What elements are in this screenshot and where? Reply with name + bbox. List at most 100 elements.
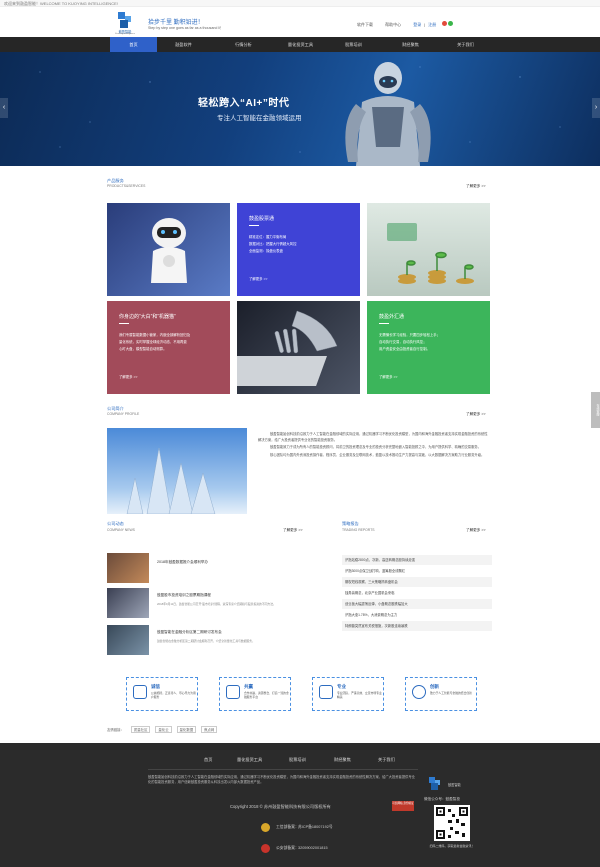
product-tile-stock[interactable]: 鼓盈股票通 精准定位：握力平衡布局 数据对比：把握大行情超大风控 全面监测：操盘… [237,203,360,296]
police-number[interactable]: 32059002001815 [298,846,328,850]
main-nav: 首页 鼓盈软件 行情分析 量化投资工具 股票培训 财经聚焦 关于我们 [0,37,600,52]
tile-stock-line: 精准定位：握力平衡布局 [249,235,287,239]
report-item[interactable]: 沪指站稳2800点，次新、高送转概念股持续走强 [342,555,492,565]
police-emblem-icon [261,823,270,832]
trusted-site-badge[interactable]: 可信网站 身份验证 [392,801,414,811]
banner-background [39,62,561,166]
report-item[interactable]: 沪指大涨1.78%，大消费概念为主力 [342,610,492,620]
friend-links: 友情链接： 质量社区 量化云 量化数据 焦点网 [107,726,218,733]
weibo-icon[interactable] [442,21,447,26]
footer-nav-home[interactable]: 首页 [204,757,212,763]
friend-links-label: 友情链接： [107,728,124,732]
company-more-link[interactable]: 了解更多 >> [466,412,486,417]
nav-home[interactable]: 首页 [110,37,157,52]
product-tile-assistant[interactable]: 你身边的“大白”和“机器猫” 我们专属智能数据小管家，内嵌全部解析回归及 量化系… [107,301,230,394]
login-link[interactable]: 登录 [413,22,421,27]
footer-nav-quant[interactable]: 量化投资工具 [237,757,262,763]
icp-number[interactable]: 苏ICP备18007192号 [298,825,333,830]
monitor-icon [319,685,333,699]
badge-desc: 合作共赢，资源整合、打造一流的金融服务平台 [244,691,289,699]
robot-figure [345,62,431,166]
report-item[interactable]: 沪指3000点保卫战打响，蓝筹股全线飘红 [342,566,492,576]
tile-assistant-title: 你身边的“大白”和“机器猫” [119,314,176,320]
footer-description: 鼓盈智能始创科技前沿致力于人工智能在金融领域的实际应用，通过机器学习不断优化投资… [148,775,416,784]
footer-logo [426,777,446,795]
download-link[interactable]: 软件下载 [357,22,373,27]
nav-quant-tools[interactable]: 量化投资工具 [277,37,324,52]
footer-nav-training[interactable]: 股票培训 [289,757,306,763]
reports-more-link[interactable]: 了解更多 >> [466,528,486,533]
tile-forex-more[interactable]: 了解更多 >> [379,374,397,379]
report-item[interactable]: 特朗普突然宣布关税措施，次新股连续暴跌 [342,621,492,631]
badge-title: 诚信 [151,684,160,689]
products-more-link[interactable]: 了解更多 >> [466,184,486,189]
globe-icon [412,685,426,699]
friend-link[interactable]: 量化数据 [176,726,197,733]
tile-divider [379,323,389,324]
products-subtitle: PRODUCTS&SERVICES [107,184,146,188]
tile-assistant-line: 我们专属智能数据小管家，内嵌全部解析回归及 [119,333,191,337]
tile-assistant-line: 量化系统，实时掌握全球经济动态，不用再费 [119,340,187,344]
footer-nav-about[interactable]: 关于我们 [378,757,395,763]
hero-banner: ‹ › 轻松跨入“AI+”时代 专注人工智能在金融领域运用 [0,52,600,166]
badge-desc: 致力于人工智能与金融的结合创新 [430,691,472,695]
nav-market-analysis[interactable]: 行情分析 [220,37,267,52]
footer: 首页 量化投资工具 股票培训 财经聚焦 关于我们 鼓盈智能始创科技前沿致力于人工… [0,743,600,867]
friend-link[interactable]: 焦点网 [201,726,218,733]
tile-stock-line: 数据对比：把握大行情超大风控 [249,242,297,246]
reports-subtitle: TRADING REPORTS [342,528,375,532]
footer-nav-finance[interactable]: 财经聚焦 [334,757,351,763]
company-paragraph: 鼓盈智能始创科技前沿致力于人工智能在金融领域的实际应用，通过机器学习不断优化投资… [258,432,488,442]
product-tile-forex[interactable]: 鼓盈外汇通 无需懂长学习经验，只要四步轻松上手； 自动执行交易，自动执行风控； … [367,301,490,394]
news-item-title[interactable]: 鼓盈智能在金融分析区第二期研讨发布会 [157,630,222,635]
logo-square-icon [120,20,128,28]
badge-title: 专业 [337,684,346,689]
report-item[interactable]: 独角兽概念，北京产业园机会来临 [342,588,492,598]
logo-square-icon [118,12,125,19]
reports-list: 沪指站稳2800点，次新、高送转概念股持续走强 沪指3000点保卫战打响，蓝筹股… [0,555,600,631]
online-service-tab[interactable]: 在线客服 [591,392,600,428]
nav-about-us[interactable]: 关于我们 [442,37,489,52]
banner-next-arrow[interactable]: › [592,98,600,118]
friend-link[interactable]: 量化云 [155,726,172,733]
header-links: 软件下载 帮助中心 登录 | 注册 [357,22,437,27]
friend-link[interactable]: 质量社区 [130,726,151,733]
icp-label: 工信部备案： [276,825,299,829]
footer-divider [148,769,418,770]
reports-title: 策略报告 [342,521,359,526]
qr-pattern [436,807,468,839]
help-link[interactable]: 帮助中心 [385,22,401,27]
copyright: Copyright 2018 © 苏州鼓盈智能科技有限公司版权所有 [230,804,331,809]
tile-stock-more[interactable]: 了解更多 >> [249,276,267,281]
coins-plants-illustration [387,223,474,284]
qr-code-icon [434,805,470,841]
register-link[interactable]: 注册 [428,22,436,27]
nav-software[interactable]: 鼓盈软件 [160,37,207,52]
qr-caption: 扫码二维码，获取最新金融资讯！ [429,844,475,848]
company-image [107,428,247,514]
company-paragraph: 鼓盈智能致力于成为所有人的智能投资顾问，将前卫的投资理念及专业的投资分析完整地嵌… [270,445,481,449]
security-emblem-icon [261,844,270,853]
tile-assistant-line: 心盯大盘，模型智能自动测算。 [119,347,167,351]
nav-stock-training[interactable]: 股票培训 [330,37,377,52]
badge-desc: 专业团队，严谨高效、立足市场专业精英 [337,691,382,699]
banner-subtitle: 专注人工智能在金融领域运用 [217,115,302,122]
tile-forex-line: 用户资金安全由投资者自行控制。 [379,347,430,351]
report-item[interactable]: 创业板大幅震荡反弹，小盘概念股跌幅加大 [342,599,492,609]
tile-forex-line: 自动执行交易，自动执行风控； [379,340,427,344]
news-item-desc: 鼓盈智能在金融分析区第二期研讨会顺利召开，介绍全新量化工具与数据服务。 [157,639,255,643]
news-more-link[interactable]: 了解更多 >> [283,528,303,533]
badge-title: 创新 [430,684,439,689]
tile-stock-line: 全面监测：操盘仪表盘 [249,249,283,253]
nav-finance-focus[interactable]: 财经聚焦 [387,37,434,52]
handshake-icon [226,685,240,699]
police-label: 公安部备案： [276,846,299,850]
tile-stock-title: 鼓盈股票通 [249,216,275,222]
tile-assistant-more[interactable]: 了解更多 >> [119,374,137,379]
banner-prev-arrow[interactable]: ‹ [0,98,8,118]
tile-forex-title: 鼓盈外汇通 [379,314,405,320]
news-title: 公司动态 [107,521,124,526]
wechat-icon[interactable] [448,21,453,26]
logo[interactable]: 鼓盈智能 KuoYing Intelligence [110,12,140,35]
report-item[interactable]: 期权短线观察，三大策略抓转盘机会 [342,577,492,587]
